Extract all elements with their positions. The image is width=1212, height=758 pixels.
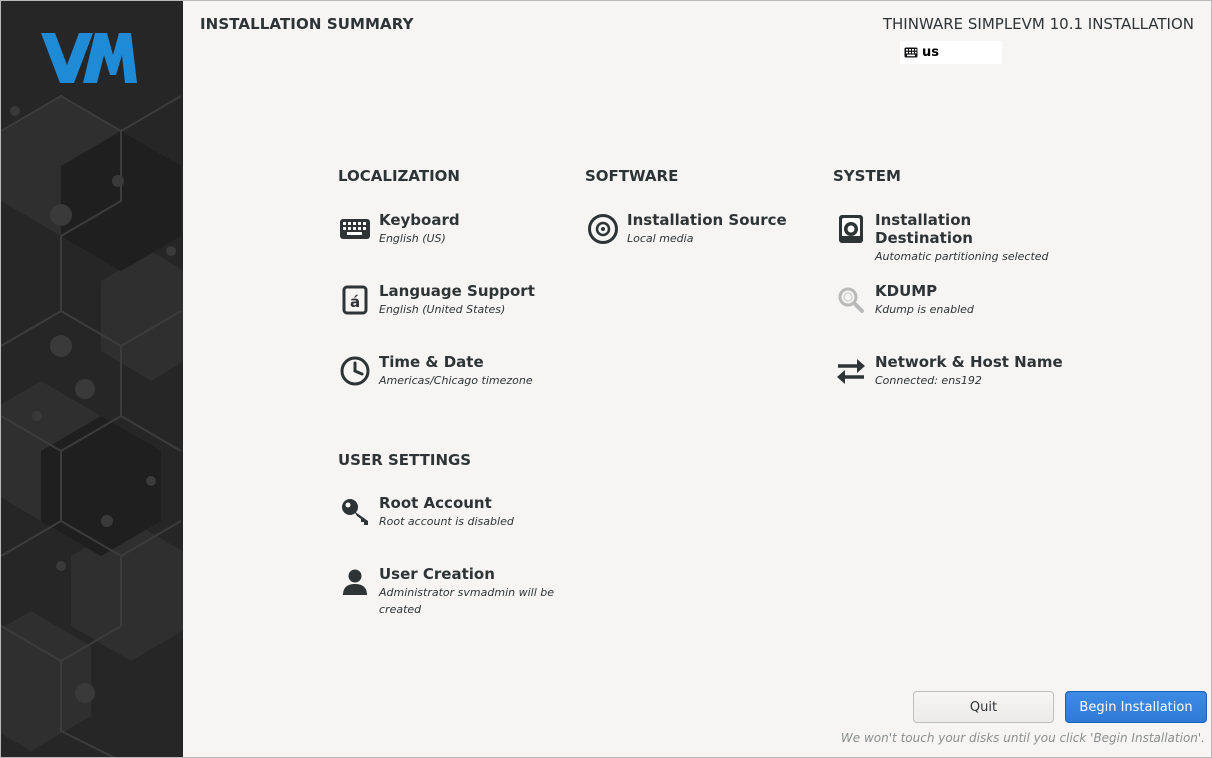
magnifier-icon — [833, 282, 869, 318]
spoke-status: English (US) — [379, 232, 446, 245]
section-localization: LOCALIZATION — [338, 167, 460, 185]
spoke-language-support[interactable]: á Language Support English (United State… — [337, 282, 567, 318]
spoke-name: Language Support — [379, 282, 535, 300]
spoke-name: Installation Source — [627, 211, 787, 229]
section-system: SYSTEM — [833, 167, 901, 185]
drive-icon — [833, 211, 869, 247]
installer-window: INSTALLATION SUMMARY THINWARE SIMPLEVM 1… — [0, 0, 1212, 758]
product-title: THINWARE SIMPLEVM 10.1 INSTALLATION — [882, 15, 1194, 33]
keyboard-icon — [904, 47, 918, 58]
spoke-name: User Creation — [379, 565, 495, 583]
keyboard-layout-label: us — [922, 45, 939, 60]
spoke-status: Americas/Chicago timezone — [379, 374, 533, 387]
disc-icon — [585, 211, 621, 247]
spoke-installation-destination[interactable]: Installation Destination Automatic parti… — [833, 211, 1063, 265]
spoke-kdump[interactable]: KDUMP Kdump is enabled — [833, 282, 1063, 318]
spoke-name: Root Account — [379, 494, 492, 512]
spoke-status: English (United States) — [379, 303, 506, 316]
spoke-root-account[interactable]: Root Account Root account is disabled — [337, 494, 567, 530]
spoke-name: Installation Destination — [875, 211, 973, 247]
key-icon — [337, 494, 373, 530]
network-arrows-icon — [833, 353, 869, 389]
spoke-time-date[interactable]: Time & Date Americas/Chicago timezone — [337, 353, 567, 389]
section-user-settings: USER SETTINGS — [338, 451, 472, 469]
hexagon-pattern — [1, 1, 183, 757]
quit-button[interactable]: Quit — [913, 691, 1054, 723]
section-software: SOFTWARE — [585, 167, 679, 185]
disk-warning-note: We won't touch your disks until you clic… — [840, 731, 1205, 745]
svg-text:á: á — [350, 293, 360, 311]
spoke-status: Automatic partitioning selected — [875, 250, 1049, 263]
spoke-installation-source[interactable]: Installation Source Local media — [585, 211, 815, 247]
user-icon — [337, 565, 373, 601]
vm-logo — [41, 33, 137, 83]
spoke-status: Root account is disabled — [379, 515, 514, 528]
spoke-keyboard[interactable]: Keyboard English (US) — [337, 211, 567, 247]
spoke-name: Time & Date — [379, 353, 484, 371]
keyboard-icon — [337, 211, 373, 247]
clock-icon — [337, 353, 373, 389]
spoke-status: Connected: ens192 — [875, 374, 982, 387]
spoke-status: Administrator svmadmin will be created — [379, 586, 555, 616]
spoke-network-host-name[interactable]: Network & Host Name Connected: ens192 — [833, 353, 1063, 389]
spoke-name: Network & Host Name — [875, 353, 1063, 371]
spoke-name: KDUMP — [875, 282, 938, 300]
page-title: INSTALLATION SUMMARY — [200, 15, 414, 33]
spoke-status: Kdump is enabled — [875, 303, 974, 316]
spoke-user-creation[interactable]: User Creation Administrator svmadmin wil… — [337, 565, 567, 618]
spoke-status: Local media — [627, 232, 694, 245]
language-icon: á — [337, 282, 373, 318]
keyboard-layout-indicator[interactable]: us — [900, 41, 1002, 64]
begin-installation-button[interactable]: Begin Installation — [1065, 691, 1207, 723]
spoke-name: Keyboard — [379, 211, 460, 229]
sidebar — [1, 1, 183, 757]
